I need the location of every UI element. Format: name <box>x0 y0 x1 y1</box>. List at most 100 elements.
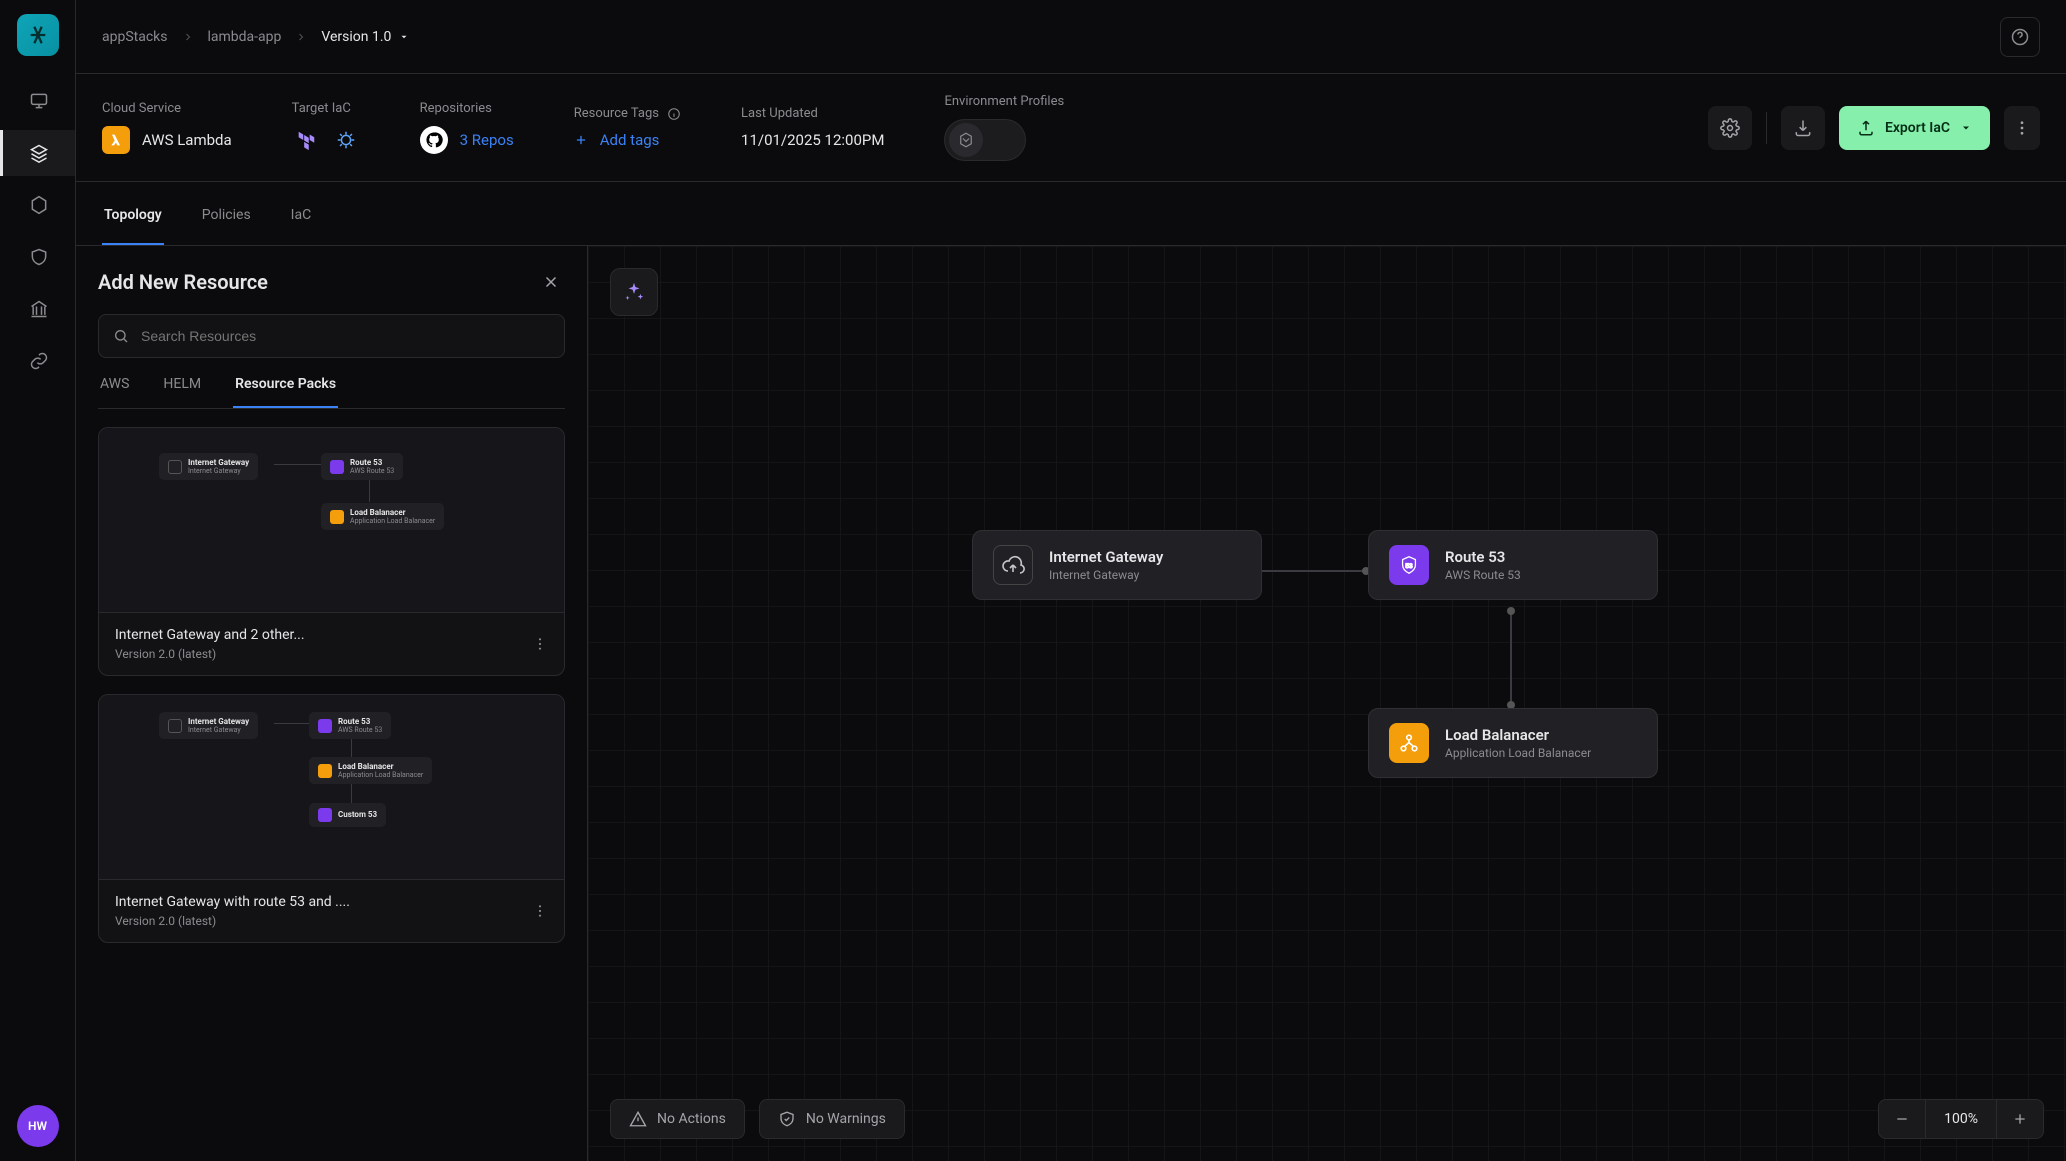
monitor-icon <box>29 91 49 111</box>
subtab-helm[interactable]: HELM <box>161 376 203 408</box>
card-version: Version 2.0 (latest) <box>115 914 522 928</box>
card-title: Internet Gateway with route 53 and .... <box>115 894 522 910</box>
topbar: appStacks lambda-app Version 1.0 <box>76 0 2066 74</box>
info-label: Resource Tags <box>574 106 681 121</box>
download-button[interactable] <box>1781 106 1825 150</box>
hexagon-icon <box>29 195 49 215</box>
node-subtitle: Internet Gateway <box>1049 568 1163 582</box>
app-logo[interactable] <box>17 14 59 56</box>
edge-r53-lb <box>1510 611 1512 705</box>
warnings-pill[interactable]: No Warnings <box>759 1099 905 1139</box>
nav-item-hex[interactable] <box>0 182 75 228</box>
repos-link[interactable]: 3 Repos <box>460 131 514 149</box>
more-vertical-icon <box>532 636 548 652</box>
breadcrumb-current-label: Version 1.0 <box>321 29 391 45</box>
breadcrumb-seg-0[interactable]: appStacks <box>102 29 168 45</box>
info-label: Last Updated <box>741 106 884 121</box>
info-label: Repositories <box>420 101 514 116</box>
app-frame: appStacks lambda-app Version 1.0 Cloud S… <box>76 0 2066 1161</box>
zoom-value: 100% <box>1925 1100 1997 1138</box>
layers-icon <box>29 143 49 163</box>
zoom-out-button[interactable] <box>1879 1100 1925 1138</box>
tab-topology[interactable]: Topology <box>102 207 164 245</box>
node-route-53[interactable]: 53 Route 53 AWS Route 53 <box>1368 530 1658 600</box>
node-load-balancer[interactable]: Load Balanacer Application Load Balanace… <box>1368 708 1658 778</box>
node-subtitle: AWS Route 53 <box>1445 568 1521 582</box>
subtab-aws[interactable]: AWS <box>98 376 131 408</box>
hex-outline-icon <box>957 131 975 149</box>
gear-icon <box>1720 118 1740 138</box>
actions-label: No Actions <box>657 1111 726 1127</box>
link-icon <box>29 351 49 371</box>
shield-check-icon <box>778 1110 796 1128</box>
breadcrumb-seg-1[interactable]: lambda-app <box>208 29 282 45</box>
sparkle-icon <box>623 281 645 303</box>
search-input[interactable] <box>139 327 550 345</box>
terraform-icon <box>292 126 320 154</box>
node-subtitle: Application Load Balanacer <box>1445 746 1591 760</box>
info-tags: Resource Tags Add tags <box>574 106 681 149</box>
export-label: Export IaC <box>1885 120 1950 136</box>
card-preview: Internet GatewayInternet Gateway Route 5… <box>99 695 564 879</box>
info-icon <box>667 107 681 121</box>
add-resource-panel: Add New Resource AWS HELM Resource Packs <box>76 246 588 1161</box>
close-panel-button[interactable] <box>537 268 565 296</box>
resource-pack-card[interactable]: Internet GatewayInternet Gateway Route 5… <box>98 427 565 676</box>
nav-item-link[interactable] <box>0 338 75 384</box>
warnings-label: No Warnings <box>806 1111 886 1127</box>
info-strip: Cloud Service AWS Lambda Target IaC Repo… <box>76 74 2066 182</box>
resource-pack-card[interactable]: Internet GatewayInternet Gateway Route 5… <box>98 694 565 943</box>
info-env: Environment Profiles <box>944 94 1064 161</box>
actions-pill[interactable]: No Actions <box>610 1099 745 1139</box>
canvas-status-bar: No Actions No Warnings <box>610 1099 905 1139</box>
info-label: Environment Profiles <box>944 94 1064 109</box>
info-updated: Last Updated 11/01/2025 12:00PM <box>741 106 884 149</box>
panel-subtabs: AWS HELM Resource Packs <box>98 376 565 409</box>
rail-nav <box>0 78 75 384</box>
card-preview: Internet GatewayInternet Gateway Route 5… <box>99 428 564 612</box>
ai-sparkle-button[interactable] <box>610 268 658 316</box>
upload-icon <box>1857 119 1875 137</box>
cloud-upload-icon <box>1001 553 1025 577</box>
helm-icon <box>332 126 360 154</box>
logo-icon <box>27 24 49 46</box>
lambda-icon <box>102 126 130 154</box>
topology-canvas[interactable]: Internet Gateway Internet Gateway 53 Rou… <box>588 246 2066 1161</box>
svg-text:53: 53 <box>1405 563 1413 570</box>
more-button[interactable] <box>2004 106 2040 150</box>
help-icon <box>2010 27 2030 47</box>
info-label: Target IaC <box>292 101 360 116</box>
env-toggle[interactable] <box>944 119 1026 161</box>
settings-button[interactable] <box>1708 106 1752 150</box>
zoom-controls: 100% <box>1878 1099 2044 1139</box>
edge-igw-r53 <box>1258 570 1366 572</box>
nav-item-monitor[interactable] <box>0 78 75 124</box>
help-button[interactable] <box>2000 17 2040 57</box>
nav-item-shield[interactable] <box>0 234 75 280</box>
cloud-service-value: AWS Lambda <box>142 131 232 149</box>
caret-down-icon <box>399 32 409 42</box>
main-tabs: Topology Policies IaC <box>76 182 2066 246</box>
info-target-iac: Target IaC <box>292 101 360 154</box>
export-iac-button[interactable]: Export IaC <box>1839 106 1990 150</box>
nav-item-stacks[interactable] <box>0 130 75 176</box>
card-more-button[interactable] <box>532 903 548 919</box>
panel-title: Add New Resource <box>98 270 268 294</box>
card-version: Version 2.0 (latest) <box>115 647 522 661</box>
tab-policies[interactable]: Policies <box>200 207 253 245</box>
node-internet-gateway[interactable]: Internet Gateway Internet Gateway <box>972 530 1262 600</box>
search-field[interactable] <box>98 314 565 358</box>
tab-iac[interactable]: IaC <box>289 207 314 245</box>
subtab-resource-packs[interactable]: Resource Packs <box>233 376 338 408</box>
info-actions: Export IaC <box>1708 106 2040 150</box>
add-tags-button[interactable]: Add tags <box>574 131 681 149</box>
close-icon <box>542 273 560 291</box>
card-more-button[interactable] <box>532 636 548 652</box>
user-avatar[interactable]: HW <box>17 1105 59 1147</box>
divider <box>1766 112 1767 144</box>
updated-value: 11/01/2025 12:00PM <box>741 131 884 149</box>
nav-item-bank[interactable] <box>0 286 75 332</box>
breadcrumb-current[interactable]: Version 1.0 <box>321 29 409 45</box>
zoom-in-button[interactable] <box>1997 1100 2043 1138</box>
more-vertical-icon <box>2013 119 2031 137</box>
